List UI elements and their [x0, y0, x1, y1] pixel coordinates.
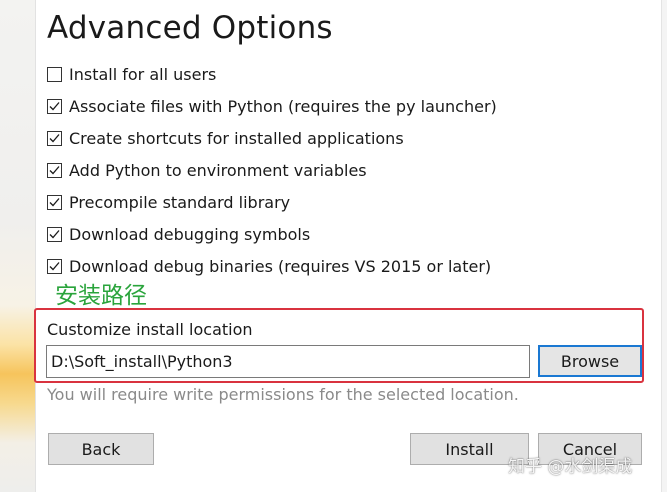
checkbox-checked[interactable] [47, 98, 62, 114]
checkmark-icon [49, 197, 60, 206]
option-precompile-stdlib[interactable]: Precompile standard library [47, 186, 497, 218]
option-label: Download debugging symbols [69, 224, 311, 244]
checkmark-icon [49, 165, 60, 174]
installer-window: Advanced Options Install for all users A… [0, 0, 667, 492]
checkmark-icon [49, 133, 60, 142]
page-title: Advanced Options [47, 10, 333, 46]
back-button[interactable]: Back [48, 433, 154, 465]
option-associate-files[interactable]: Associate files with Python (requires th… [47, 90, 497, 122]
checkbox-checked[interactable] [47, 194, 62, 210]
option-add-to-path[interactable]: Add Python to environment variables [47, 154, 497, 186]
install-location-label: Customize install location [47, 320, 253, 339]
checkbox-checked[interactable] [47, 162, 62, 178]
browse-button[interactable]: Browse [538, 345, 642, 377]
install-location-input[interactable] [46, 345, 530, 378]
checkmark-icon [49, 101, 60, 110]
option-create-shortcuts[interactable]: Create shortcuts for installed applicati… [47, 122, 497, 154]
checkbox-checked[interactable] [47, 258, 62, 274]
option-label: Create shortcuts for installed applicati… [69, 128, 404, 148]
options-list: Install for all users Associate files wi… [47, 58, 497, 282]
cancel-button[interactable]: Cancel [538, 433, 642, 465]
option-debug-symbols[interactable]: Download debugging symbols [47, 218, 497, 250]
window-edge [661, 0, 667, 492]
install-path-annotation: 安装路径 [55, 283, 147, 309]
option-install-for-all-users[interactable]: Install for all users [47, 58, 497, 90]
option-label: Associate files with Python (requires th… [69, 96, 497, 116]
checkmark-icon [49, 229, 60, 238]
checkbox-checked[interactable] [47, 130, 62, 146]
install-button[interactable]: Install [410, 433, 529, 465]
checkbox-checked[interactable] [47, 226, 62, 242]
option-label: Install for all users [69, 64, 217, 84]
option-label: Add Python to environment variables [69, 160, 367, 180]
permissions-note: You will require write permissions for t… [47, 385, 519, 404]
checkbox-unchecked[interactable] [47, 66, 62, 82]
option-label: Precompile standard library [69, 192, 291, 212]
option-label: Download debug binaries (requires VS 201… [69, 256, 492, 276]
background-art-strip [0, 0, 36, 492]
checkmark-icon [49, 261, 60, 270]
